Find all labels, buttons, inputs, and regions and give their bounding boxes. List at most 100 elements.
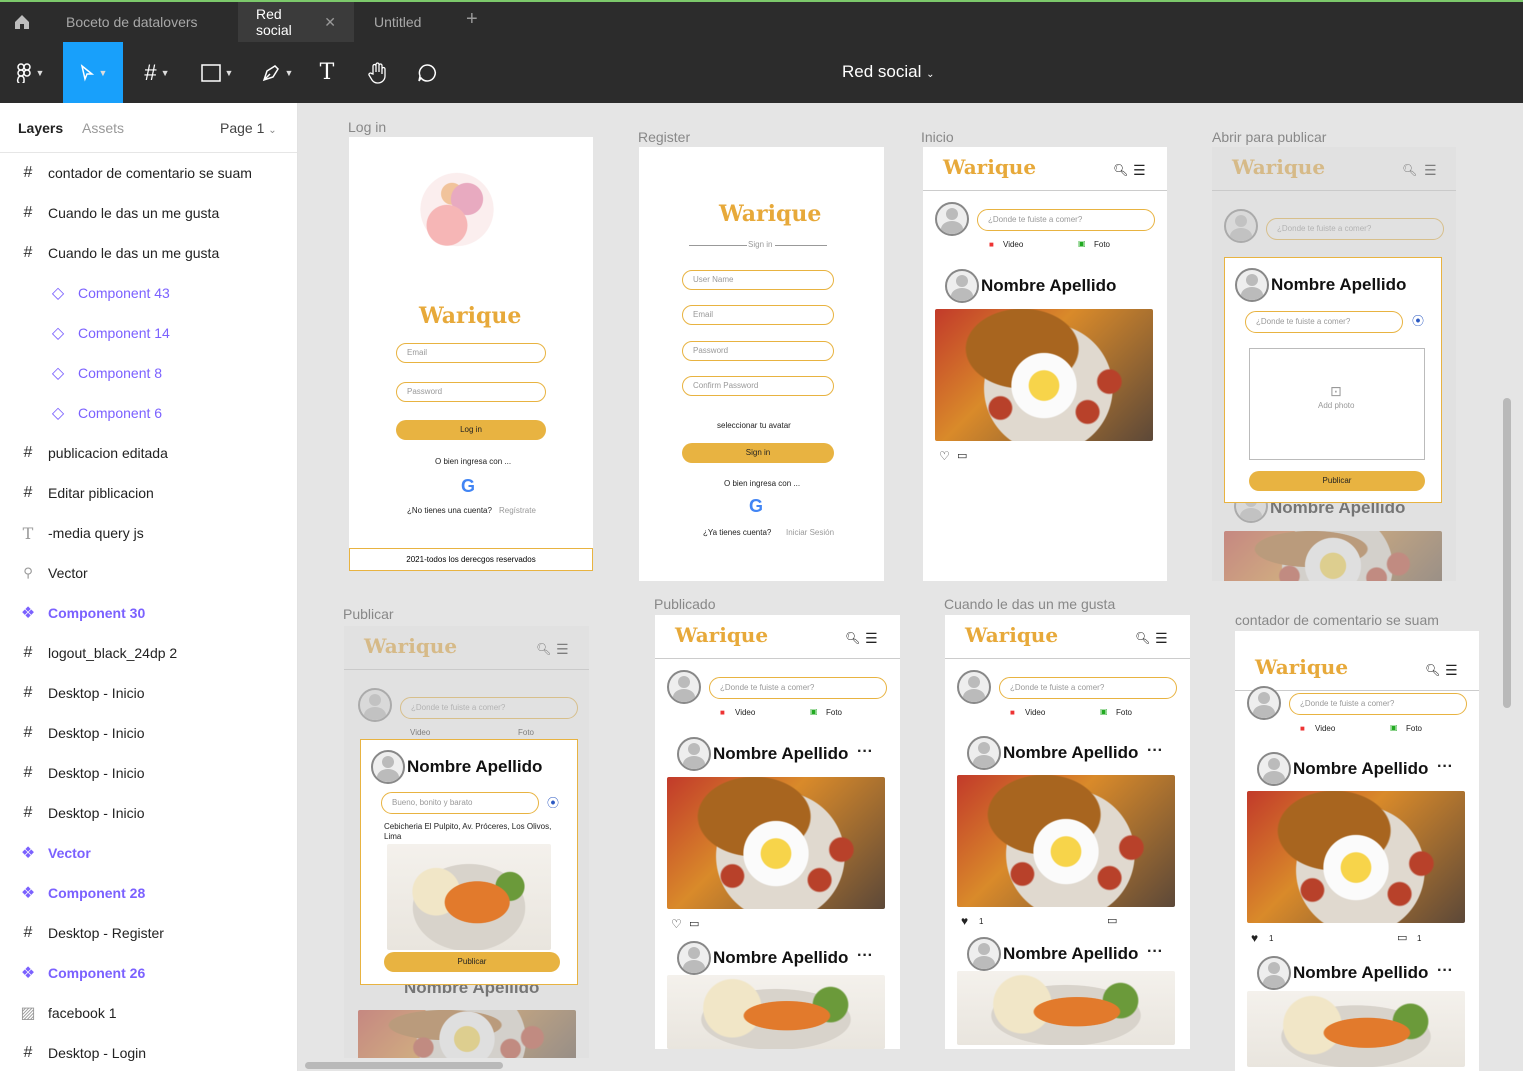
layer-item[interactable]: ▨ facebook 1	[0, 993, 297, 1033]
comment-icon[interactable]: ▭	[1397, 931, 1407, 944]
video-label[interactable]: Video	[1315, 724, 1335, 733]
layer-item[interactable]: ◇ Component 8	[0, 353, 297, 393]
layer-item[interactable]: ❖ Component 28	[0, 873, 297, 913]
home-icon[interactable]	[0, 2, 44, 42]
canvas[interactable]: Log in Warique Email Password Log in O b…	[298, 103, 1523, 1071]
tab-assets[interactable]: Assets	[82, 120, 124, 136]
layer-item[interactable]: # logout_black_24dp 2	[0, 633, 297, 673]
photo-icon[interactable]: ▣	[1078, 239, 1086, 248]
video-label[interactable]: Video	[1003, 240, 1023, 249]
layer-item[interactable]: # Desktop - Login	[0, 1033, 297, 1071]
frame-tool-button[interactable]: # ▼	[132, 42, 182, 103]
password-field[interactable]: Password	[682, 341, 834, 361]
tab-untitled[interactable]: Untitled	[356, 2, 439, 42]
close-icon[interactable]: ✕	[324, 14, 336, 31]
layer-item[interactable]: # Desktop - Inicio	[0, 713, 297, 753]
google-icon[interactable]: G	[749, 496, 763, 517]
video-icon[interactable]: ■	[1300, 724, 1305, 733]
avatar[interactable]	[1257, 956, 1291, 990]
page-selector[interactable]: Page 1 ⌄	[220, 120, 277, 136]
frame-label[interactable]: Publicado	[654, 596, 716, 612]
publish-button[interactable]: Publicar	[384, 952, 560, 972]
frame-inicio[interactable]: Warique 🔍︎ ☰ ¿Donde te fuiste a comer? ■…	[923, 147, 1167, 581]
post-input[interactable]: ¿Donde te fuiste a comer?	[1245, 311, 1403, 333]
user-name[interactable]: Nombre Apellido	[1293, 759, 1428, 779]
publish-button[interactable]: Publicar	[1249, 471, 1425, 491]
layer-item[interactable]: T -media query js	[0, 513, 297, 553]
user-name[interactable]: Nombre Apellido	[1003, 743, 1138, 763]
more-icon[interactable]: ···	[1147, 943, 1163, 961]
user-name[interactable]: Nombre Apellido	[1293, 963, 1428, 983]
user-name[interactable]: Nombre Apellido	[713, 948, 848, 968]
pen-tool-button[interactable]: ▼	[252, 42, 302, 103]
frame-label[interactable]: Abrir para publicar	[1212, 129, 1326, 145]
add-photo-area[interactable]: ⊡ Add photo	[1249, 348, 1425, 460]
layer-item[interactable]: ❖ Component 30	[0, 593, 297, 633]
video-label[interactable]: Video	[735, 708, 755, 717]
heart-icon[interactable]: ♡	[939, 449, 950, 463]
location-icon[interactable]: ⦿	[547, 794, 559, 811]
text-tool-button[interactable]: T	[310, 42, 344, 103]
user-name[interactable]: Nombre Apellido	[1003, 944, 1138, 964]
hand-tool-button[interactable]	[360, 42, 394, 103]
frame-publicar[interactable]: Warique 🔍︎ ☰ ¿Donde te fuiste a comer? V…	[344, 626, 589, 1058]
layer-item[interactable]: ◇ Component 14	[0, 313, 297, 353]
layer-item[interactable]: # Desktop - Inicio	[0, 793, 297, 833]
photo-icon[interactable]: ▣	[1100, 707, 1108, 716]
more-icon[interactable]: ···	[1147, 742, 1163, 760]
heart-filled-icon[interactable]: ♥	[1251, 931, 1258, 945]
photo-label[interactable]: Foto	[826, 708, 842, 717]
layer-item[interactable]: # contador de comentario se suam	[0, 153, 297, 193]
avatar[interactable]	[967, 937, 1001, 971]
search-icon[interactable]: 🔍︎	[1113, 163, 1128, 177]
video-icon[interactable]: ■	[989, 240, 994, 249]
login-link[interactable]: Iniciar Sesión	[786, 528, 834, 537]
frame-me-gusta[interactable]: Warique 🔍︎ ☰ ¿Donde te fuiste a comer? ■…	[945, 615, 1190, 1049]
confirm-password-field[interactable]: Confirm Password	[682, 376, 834, 396]
avatar[interactable]	[677, 941, 711, 975]
frame-contador-comentario[interactable]: Warique 🔍︎ ☰ ¿Donde te fuiste a comer? ■…	[1235, 631, 1479, 1071]
frame-label[interactable]: contador de comentario se suam	[1235, 612, 1439, 628]
video-label[interactable]: Video	[1025, 708, 1045, 717]
location-icon[interactable]: ⦿	[1412, 312, 1424, 329]
comment-icon[interactable]: ▭	[957, 449, 967, 462]
layer-item[interactable]: ◇ Component 6	[0, 393, 297, 433]
move-tool-button[interactable]: ▼	[63, 42, 123, 103]
layer-item[interactable]: # Desktop - Inicio	[0, 753, 297, 793]
photo-icon[interactable]: ▣	[810, 707, 818, 716]
comment-icon[interactable]: ▭	[1107, 914, 1117, 927]
avatar[interactable]	[935, 202, 969, 236]
heart-filled-icon[interactable]: ♥	[961, 914, 968, 928]
photo-label[interactable]: Foto	[1116, 708, 1132, 717]
menu-icon[interactable]: ☰	[1445, 662, 1458, 679]
shape-tool-button[interactable]: ▼	[192, 42, 242, 103]
document-title[interactable]: Red social ⌄	[842, 62, 935, 82]
avatar[interactable]	[1257, 752, 1291, 786]
frame-publicado[interactable]: Warique 🔍︎ ☰ ¿Donde te fuiste a comer? ■…	[655, 615, 900, 1049]
login-button[interactable]: Log in	[396, 420, 546, 440]
video-icon[interactable]: ■	[1010, 708, 1015, 717]
frame-label[interactable]: Inicio	[921, 129, 954, 145]
photo-label[interactable]: Foto	[1094, 240, 1110, 249]
sign-in-button[interactable]: Sign in	[682, 443, 834, 463]
email-field[interactable]: Email	[396, 343, 546, 363]
layer-item[interactable]: ◇ Component 43	[0, 273, 297, 313]
username-field[interactable]: User Name	[682, 270, 834, 290]
photo-label[interactable]: Foto	[1406, 724, 1422, 733]
layer-item[interactable]: # Cuando le das un me gusta	[0, 193, 297, 233]
password-field[interactable]: Password	[396, 382, 546, 402]
frame-label[interactable]: Register	[638, 129, 690, 145]
layer-item[interactable]: ⚲ Vector	[0, 553, 297, 593]
post-input[interactable]: ¿Donde te fuiste a comer?	[1289, 693, 1467, 715]
layer-item[interactable]: # Desktop - Register	[0, 913, 297, 953]
email-field[interactable]: Email	[682, 305, 834, 325]
more-icon[interactable]: ···	[857, 947, 873, 965]
frame-login[interactable]: Warique Email Password Log in O bien ing…	[349, 137, 593, 571]
add-tab-icon[interactable]: +	[466, 8, 478, 31]
avatar[interactable]	[667, 670, 701, 704]
frame-register[interactable]: Warique Sign in User Name Email Password…	[639, 147, 884, 581]
post-input[interactable]: ¿Donde te fuiste a comer?	[709, 677, 887, 699]
search-icon[interactable]: 🔍︎	[1135, 631, 1150, 645]
avatar[interactable]	[957, 670, 991, 704]
heart-icon[interactable]: ♡	[671, 917, 682, 931]
